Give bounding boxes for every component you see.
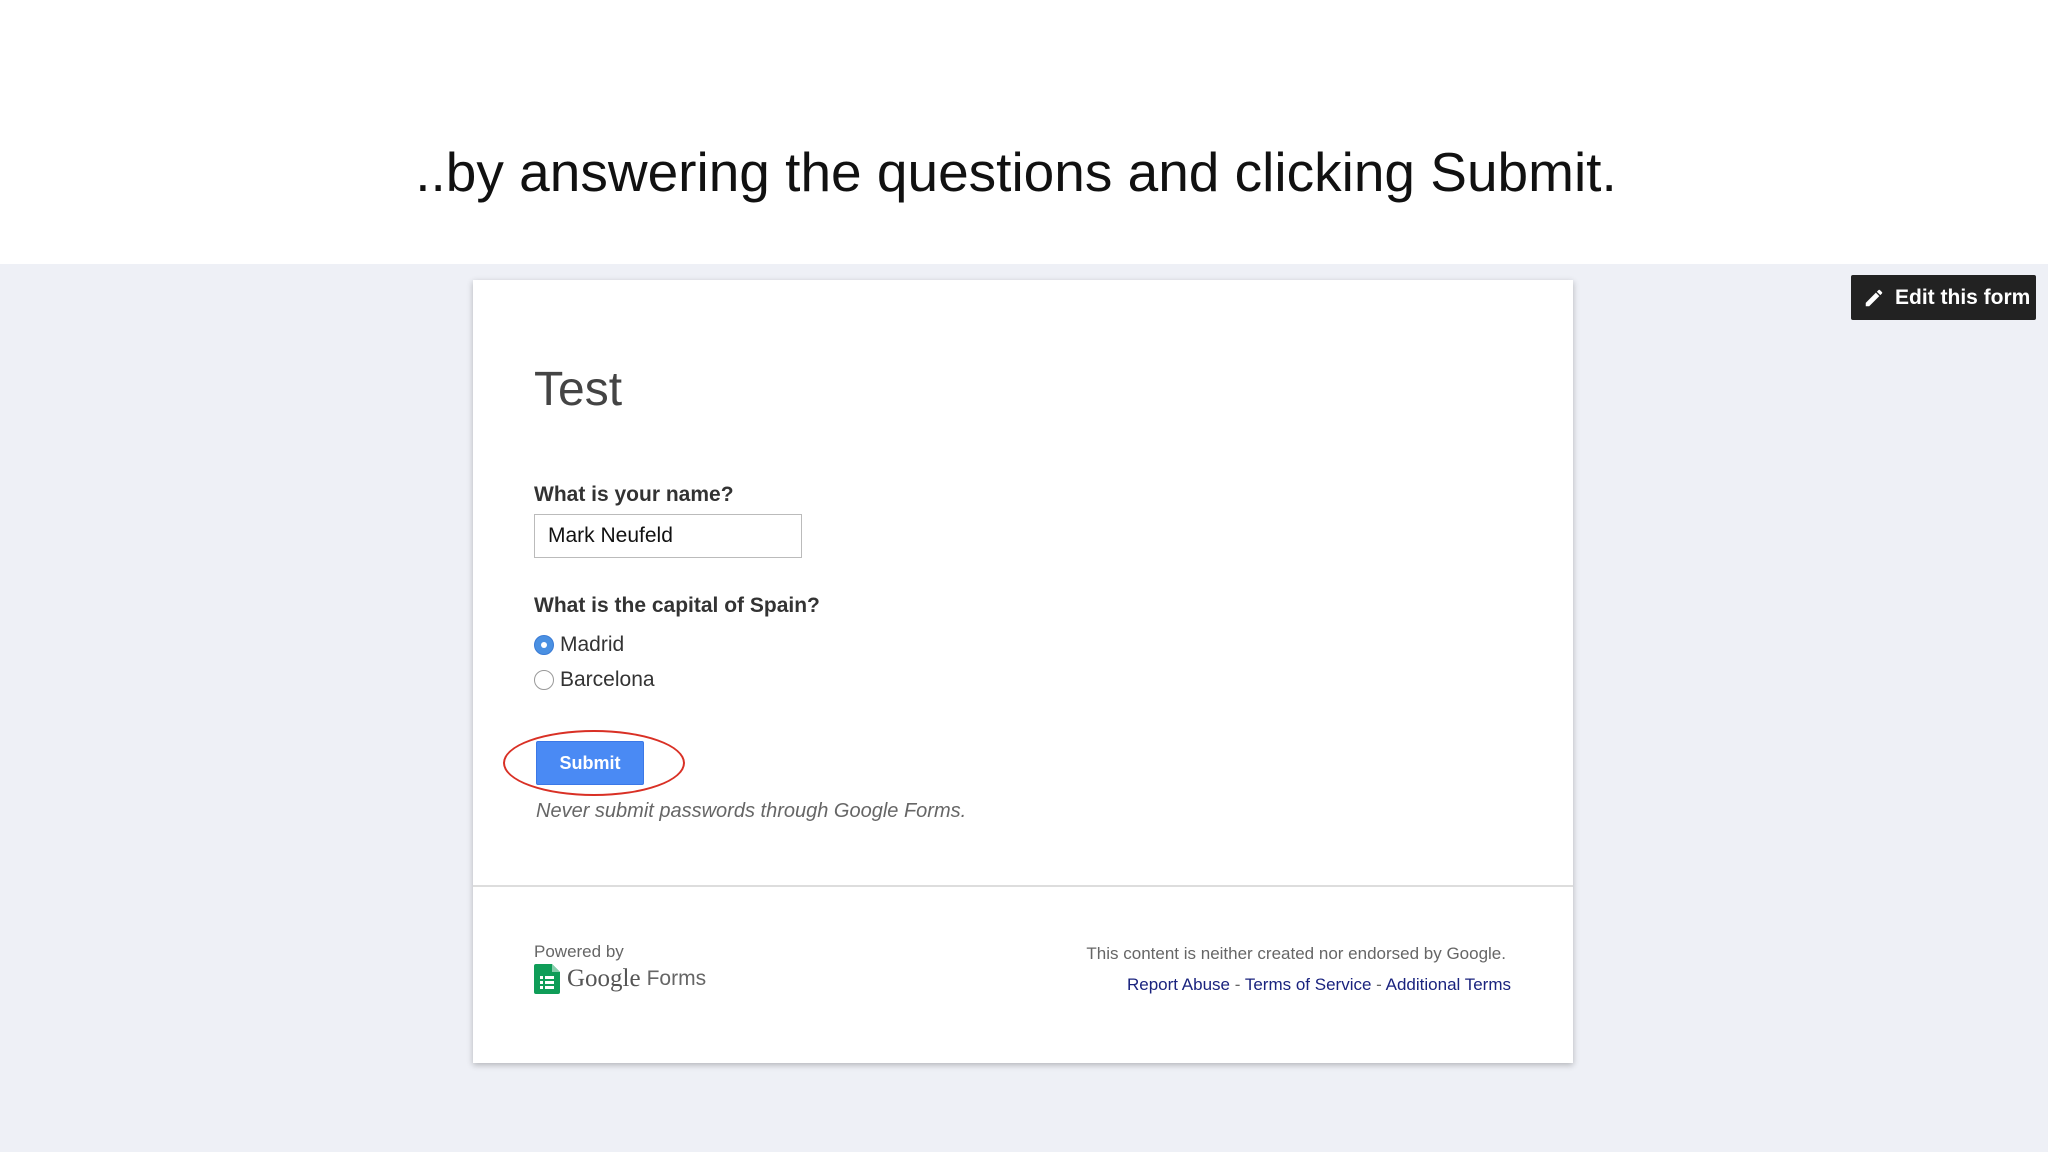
additional-terms-link[interactable]: Additional Terms — [1386, 975, 1511, 994]
pencil-icon — [1865, 289, 1883, 306]
password-warning: Never submit passwords through Google Fo… — [536, 800, 967, 822]
google-forms-logo[interactable]: Google Forms — [534, 964, 706, 994]
report-abuse-link[interactable]: Report Abuse — [1127, 975, 1230, 994]
edit-this-form-label: Edit this form — [1895, 285, 2031, 309]
powered-by-label: Powered by — [534, 942, 624, 961]
form-title: Test — [534, 363, 623, 416]
question-capital-label: What is the capital of Spain? — [534, 594, 820, 617]
logo-google-text: Google — [567, 965, 641, 992]
disclaimer-text: This content is neither created nor endo… — [1086, 944, 1506, 963]
google-forms-sheet-icon — [534, 964, 560, 994]
footer-links: Report Abuse - Terms of Service - Additi… — [1127, 975, 1511, 995]
name-input[interactable] — [534, 514, 802, 558]
link-separator: - — [1376, 975, 1382, 994]
radio-option-barcelona[interactable]: Barcelona — [534, 668, 655, 692]
radio-option-madrid[interactable]: Madrid — [534, 633, 624, 657]
radio-label-madrid: Madrid — [560, 633, 625, 656]
question-name-label: What is your name? — [534, 483, 734, 506]
logo-forms-text: Forms — [646, 967, 707, 990]
radio-checked-icon[interactable] — [534, 635, 554, 655]
radio-label-barcelona: Barcelona — [560, 668, 655, 691]
slide-caption: ..by answering the questions and clickin… — [415, 141, 1617, 203]
radio-unchecked-icon[interactable] — [534, 670, 554, 690]
footer-divider — [473, 885, 1573, 887]
edit-this-form-button[interactable]: Edit this form — [1851, 275, 2036, 320]
terms-of-service-link[interactable]: Terms of Service — [1245, 975, 1372, 994]
form-card: Test What is your name? What is the capi… — [473, 280, 1573, 1063]
caption-bar: ..by answering the questions and clickin… — [0, 0, 2048, 264]
link-separator: - — [1234, 975, 1241, 994]
submit-button[interactable]: Submit — [536, 741, 644, 785]
